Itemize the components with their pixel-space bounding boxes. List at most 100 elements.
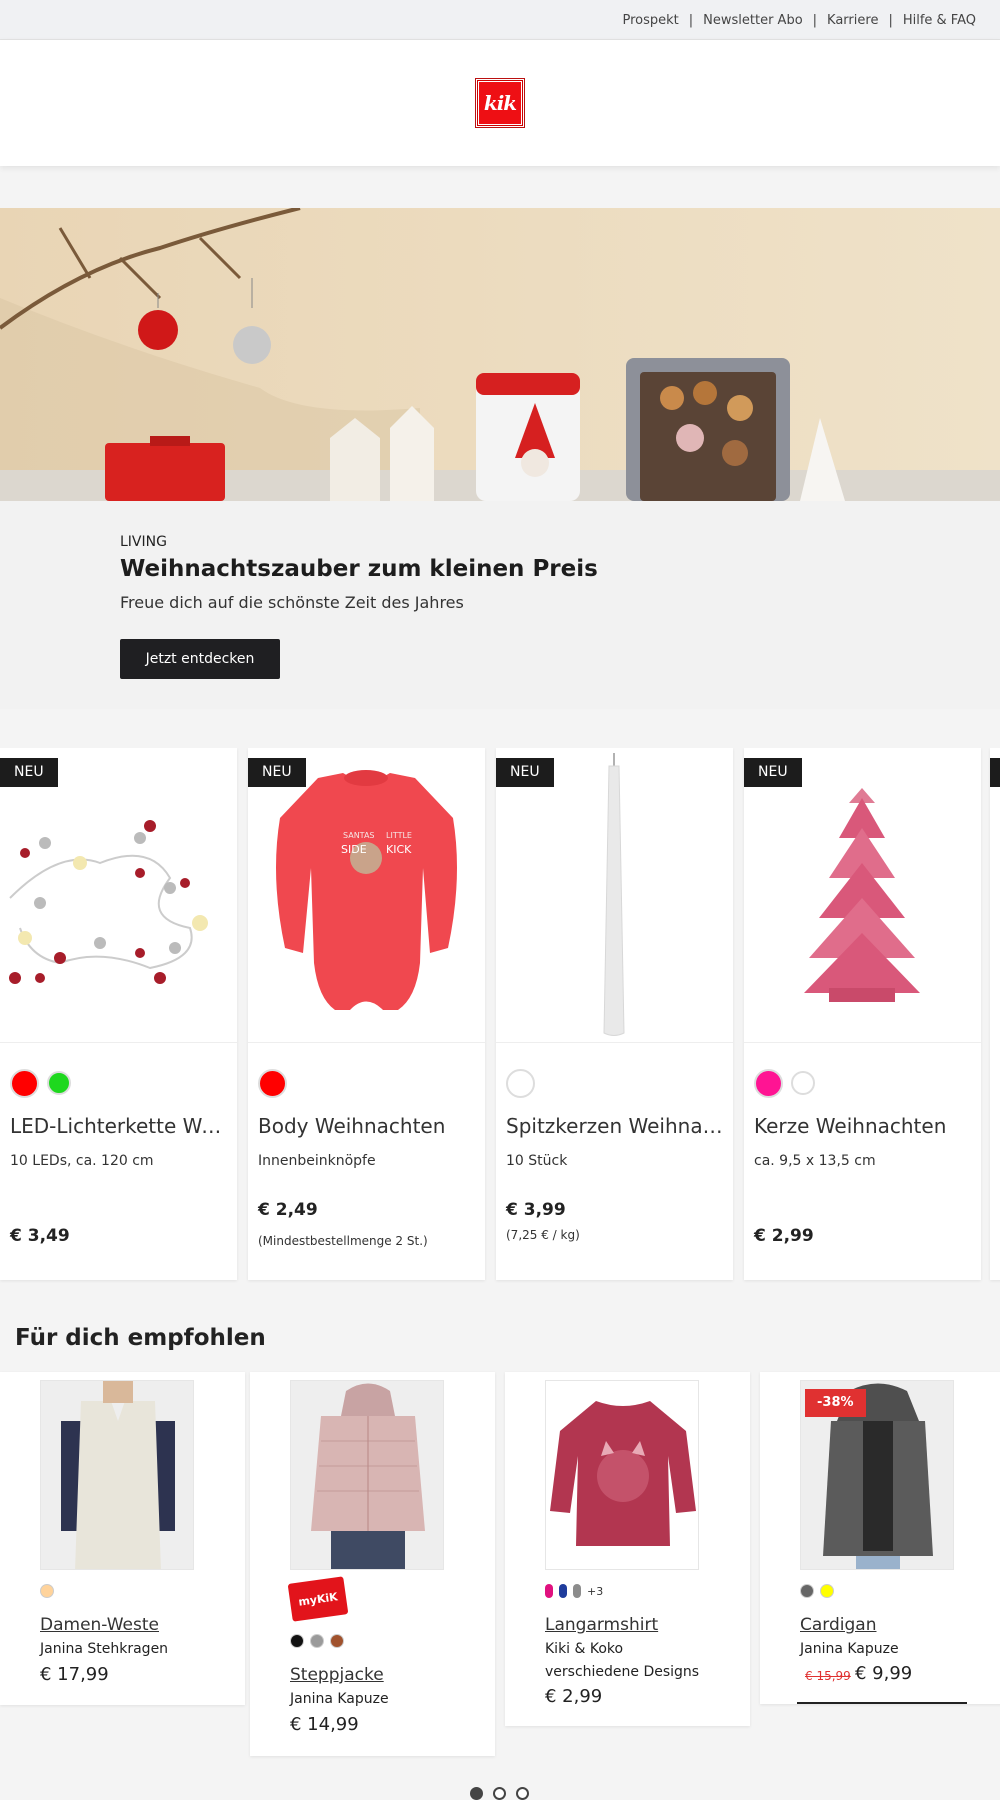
product-note: (Mindestbestellmenge 2 St.) <box>258 1234 428 1248</box>
product-card[interactable]: NEU LED-Lichterkette Weih... 10 LEDs, ca… <box>0 748 237 1280</box>
svg-text:SIDE: SIDE <box>341 843 367 856</box>
color-dot[interactable] <box>310 1634 324 1648</box>
product-name[interactable]: Damen-Weste <box>40 1615 159 1635</box>
product-price: € 2,99 <box>754 1226 814 1246</box>
color-swatch-pink[interactable] <box>754 1069 783 1098</box>
color-swatch-red[interactable] <box>10 1069 39 1098</box>
hero-content: LIVING Weihnachtszauber zum kleinen Prei… <box>0 501 1000 709</box>
color-dots <box>40 1584 54 1598</box>
site-header: kik <box>0 40 1000 166</box>
color-dot[interactable] <box>820 1584 834 1598</box>
link-karriere[interactable]: Karriere <box>827 13 878 28</box>
color-swatch-green[interactable] <box>47 1071 71 1095</box>
old-price: € 15,99 <box>805 1669 851 1683</box>
product-name[interactable]: Steppjacke <box>290 1665 384 1685</box>
product-description: Janina Stehkragen <box>40 1641 169 1657</box>
color-swatches <box>258 1069 287 1098</box>
product-description: 10 Stück <box>506 1153 568 1169</box>
new-badge <box>990 758 1000 787</box>
more-colors-count[interactable]: +3 <box>587 1585 603 1598</box>
pager-dot-1[interactable] <box>470 1787 483 1800</box>
color-dot[interactable] <box>800 1584 814 1598</box>
carousel-pager <box>470 1787 529 1800</box>
hero-kicker: LIVING <box>120 534 167 550</box>
color-swatch-white[interactable] <box>506 1069 535 1098</box>
hero-title: Weihnachtszauber zum kleinen Preis <box>120 556 598 582</box>
pager-dot-2[interactable] <box>493 1787 506 1800</box>
product-image[interactable] <box>545 1380 699 1570</box>
color-dot[interactable] <box>545 1584 553 1598</box>
body-image: SANTAS LITTLE SIDE KICK <box>276 770 457 1010</box>
shirt-image <box>546 1381 698 1569</box>
discover-button[interactable]: Jetzt entdecken <box>120 639 280 679</box>
utility-links: Prospekt | Newsletter Abo | Karriere | H… <box>622 0 976 40</box>
product-image[interactable] <box>290 1380 444 1570</box>
product-description: Janina Kapuze <box>290 1691 389 1707</box>
new-badge: NEU <box>744 758 802 787</box>
logo-text: kik <box>483 91 517 115</box>
link-newsletter[interactable]: Newsletter Abo <box>703 13 803 28</box>
product-image[interactable] <box>496 748 733 1043</box>
product-name[interactable]: Kerze Weihnachten <box>754 1114 974 1138</box>
recommended-title: Für dich empfohlen <box>15 1325 266 1351</box>
color-dots <box>290 1634 344 1648</box>
color-swatches <box>506 1069 535 1098</box>
link-hilfe[interactable]: Hilfe & FAQ <box>903 13 976 28</box>
separator: | <box>688 12 694 28</box>
product-description: verschiedene Designs <box>545 1664 700 1680</box>
product-image[interactable] <box>40 1380 194 1570</box>
color-swatch-red[interactable] <box>258 1069 287 1098</box>
color-dot[interactable] <box>290 1634 304 1648</box>
product-image[interactable] <box>0 748 237 1043</box>
light-chain-image <box>9 820 208 984</box>
separator: | <box>888 12 893 28</box>
product-price: € 2,49 <box>258 1200 318 1220</box>
christmas-scene-image <box>0 208 1000 501</box>
recommended-card[interactable]: +3 Langarmshirt Kiki & Koko verschiedene… <box>505 1372 750 1726</box>
discount-badge: -38% <box>805 1389 866 1417</box>
color-dot[interactable] <box>559 1584 567 1598</box>
product-card-partial[interactable] <box>990 748 1000 1280</box>
product-price: € 3,49 <box>10 1226 70 1246</box>
product-name[interactable]: Cardigan <box>800 1615 876 1635</box>
product-price: € 3,99 <box>506 1200 566 1220</box>
color-dot[interactable] <box>40 1584 54 1598</box>
product-image[interactable] <box>744 748 981 1043</box>
hover-underline <box>797 1702 967 1704</box>
product-card[interactable]: SANTAS LITTLE SIDE KICK NEU Body Weihnac… <box>248 748 485 1280</box>
svg-text:KICK: KICK <box>386 843 412 856</box>
color-dot[interactable] <box>573 1584 581 1598</box>
vest-image <box>41 1381 193 1569</box>
product-name[interactable]: Body Weihnachten <box>258 1114 478 1138</box>
product-note: (7,25 € / kg) <box>506 1228 580 1242</box>
product-description: Innenbeinknöpfe <box>258 1153 376 1169</box>
color-swatches <box>754 1069 815 1098</box>
kik-logo[interactable]: kik <box>475 78 525 128</box>
svg-text:SANTAS: SANTAS <box>343 831 375 840</box>
product-image[interactable]: SANTAS LITTLE SIDE KICK <box>248 748 485 1043</box>
product-carousel: NEU LED-Lichterkette Weih... 10 LEDs, ca… <box>0 748 1000 1284</box>
product-description: Janina Kapuze <box>800 1641 899 1657</box>
link-prospekt[interactable]: Prospekt <box>622 13 678 28</box>
product-description: ca. 9,5 x 13,5 cm <box>754 1153 876 1169</box>
recommended-card[interactable]: -38% Cardigan Janina Kapuze € 15,99 € 9,… <box>760 1372 1000 1704</box>
recommended-card[interactable]: myKiK Steppjacke Janina Kapuze € 14,99 <box>250 1372 495 1756</box>
separator: | <box>812 12 818 28</box>
product-description: Kiki & Koko <box>545 1641 624 1657</box>
hero-image[interactable] <box>0 208 1000 501</box>
product-card[interactable]: NEU Kerze Weihnachten ca. 9,5 x 13,5 cm … <box>744 748 981 1280</box>
color-dot[interactable] <box>330 1634 344 1648</box>
recommended-card[interactable]: Damen-Weste Janina Stehkragen € 17,99 <box>0 1372 245 1705</box>
product-price: € 14,99 <box>290 1714 359 1735</box>
color-swatch-white[interactable] <box>791 1071 815 1095</box>
candle-image <box>603 753 625 1036</box>
product-price: € 9,99 <box>855 1663 913 1684</box>
pager-dot-3[interactable] <box>516 1787 529 1800</box>
utility-bar: Prospekt | Newsletter Abo | Karriere | H… <box>0 0 1000 40</box>
product-name[interactable]: Spitzkerzen Weihnach... <box>506 1114 726 1138</box>
new-badge: NEU <box>496 758 554 787</box>
product-price: € 17,99 <box>40 1664 109 1685</box>
product-name[interactable]: Langarmshirt <box>545 1615 658 1635</box>
product-name[interactable]: LED-Lichterkette Weih... <box>10 1114 230 1138</box>
product-card[interactable]: NEU Spitzkerzen Weihnach... 10 Stück € 3… <box>496 748 733 1280</box>
